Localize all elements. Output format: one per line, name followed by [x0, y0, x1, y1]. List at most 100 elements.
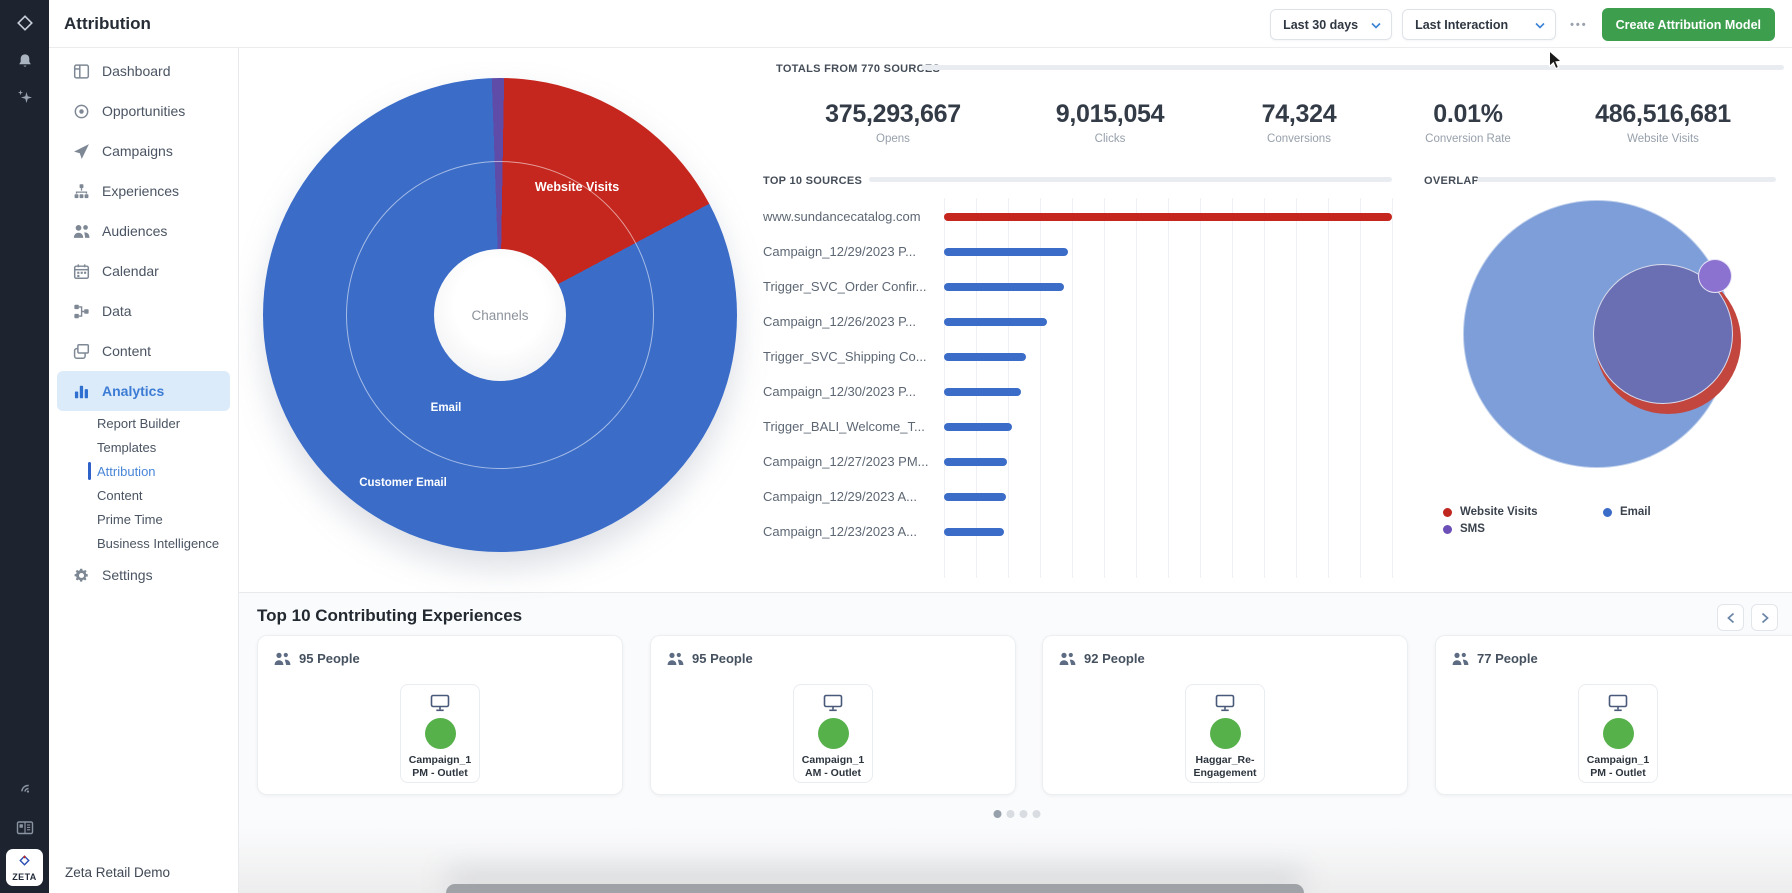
legend-dot: [1443, 508, 1452, 517]
experience-node[interactable]: Campaign_1PM - Outlet: [1578, 684, 1658, 783]
legend-label: Website Visits: [1460, 506, 1538, 518]
more-options-button[interactable]: •••: [1566, 19, 1592, 31]
sidebar-item[interactable]: Campaigns: [57, 131, 230, 171]
carousel-dot[interactable]: [1007, 810, 1015, 818]
sidebar-sub-item[interactable]: Templates: [49, 435, 238, 459]
sidebar-sub-item[interactable]: Content: [49, 483, 238, 507]
date-range-value: Last 30 days: [1283, 18, 1358, 32]
calendar-icon: [72, 262, 90, 280]
zeta-logo-text: ZETA: [12, 872, 36, 882]
source-label: Campaign_12/29/2023 A...: [763, 489, 944, 504]
attribution-model-value: Last Interaction: [1415, 18, 1508, 32]
carousel-dot[interactable]: [1020, 810, 1028, 818]
source-label: Trigger_SVC_Order Confir...: [763, 279, 944, 294]
carousel-dot[interactable]: [1033, 810, 1041, 818]
sidebar-sub-item[interactable]: Attribution: [49, 459, 238, 483]
sidebar-item[interactable]: Content: [57, 331, 230, 371]
sidebar-sub-item-label: Business Intelligence: [97, 536, 219, 551]
metric: 9,015,054 Clicks: [1056, 100, 1165, 145]
sidebar-item-label: Dashboard: [102, 63, 171, 79]
sunburst-center-label: Channels: [434, 249, 566, 381]
sparkles-ai-icon[interactable]: [0, 87, 49, 107]
source-label: Trigger_SVC_Shipping Co...: [763, 349, 944, 364]
workspace-name: Zeta Retail Demo: [65, 865, 170, 880]
source-row[interactable]: www.sundancecatalog.com: [763, 199, 1403, 234]
people-count: 77 People: [1452, 651, 1538, 666]
source-row[interactable]: Campaign_12/29/2023 P...: [763, 234, 1403, 269]
monitor-icon: [1608, 694, 1628, 712]
carousel-next-button[interactable]: [1751, 604, 1778, 631]
source-bar: [944, 388, 1021, 396]
sidebar-sub-item[interactable]: Business Intelligence: [49, 531, 238, 555]
metric-value: 9,015,054: [1056, 100, 1165, 129]
sidebar-sub-item[interactable]: Prime Time: [49, 507, 238, 531]
chevron-left-icon: [1726, 612, 1736, 624]
zeta-diamond-icon[interactable]: [0, 13, 49, 33]
sidebar-item[interactable]: Audiences: [57, 211, 230, 251]
signal-icon[interactable]: [0, 778, 49, 798]
experience-card[interactable]: 95 People Campaign_1AM - Outlet: [650, 635, 1016, 795]
dollar-icon: [425, 718, 456, 749]
sidebar-item[interactable]: Opportunities: [57, 91, 230, 131]
active-indicator: [88, 462, 91, 480]
experience-card[interactable]: 92 People Haggar_Re-Engagement: [1042, 635, 1408, 795]
experience-label: Haggar_Re-Engagement: [1193, 754, 1256, 779]
notifications-bell-icon[interactable]: [0, 52, 49, 72]
experience-label: Campaign_1PM - Outlet: [409, 754, 471, 779]
experience-card[interactable]: 77 People Campaign_1PM - Outlet: [1435, 635, 1792, 795]
bar-chart-icon: [72, 382, 90, 400]
source-bar: [944, 213, 1392, 221]
people-icon: [72, 222, 90, 240]
source-row[interactable]: Campaign_12/27/2023 PM...: [763, 444, 1403, 479]
sidebar-item-settings[interactable]: Settings: [57, 555, 230, 595]
source-bar: [944, 283, 1064, 291]
people-count-label: 95 People: [692, 651, 753, 666]
source-bar: [944, 423, 1012, 431]
metric-value: 0.01%: [1425, 100, 1511, 129]
create-attribution-model-button[interactable]: Create Attribution Model: [1602, 8, 1775, 41]
gear-icon: [72, 566, 90, 584]
monitor-icon: [823, 694, 843, 712]
legend-label: SMS: [1460, 523, 1485, 535]
source-label: Campaign_12/27/2023 PM...: [763, 454, 944, 469]
sidebar-sub-item-label: Content: [97, 488, 143, 503]
sidebar-item[interactable]: Analytics: [57, 371, 230, 411]
source-row[interactable]: Campaign_12/29/2023 A...: [763, 479, 1403, 514]
source-bar: [944, 458, 1007, 466]
date-range-dropdown[interactable]: Last 30 days: [1270, 9, 1392, 40]
carousel-dot[interactable]: [994, 810, 1002, 818]
sidebar-sub-item[interactable]: Report Builder: [49, 411, 238, 435]
metric-label: Clicks: [1056, 133, 1165, 145]
source-row[interactable]: Campaign_12/23/2023 A...: [763, 514, 1403, 549]
source-row[interactable]: Campaign_12/30/2023 P...: [763, 374, 1403, 409]
experience-card[interactable]: 95 People Campaign_1PM - Outlet: [257, 635, 623, 795]
legend-label: Email: [1620, 506, 1651, 518]
sunburst-label-customer-email: Customer Email: [359, 477, 447, 489]
source-bar: [944, 353, 1026, 361]
sidebar-item[interactable]: Experiences: [57, 171, 230, 211]
source-label: Campaign_12/26/2023 P...: [763, 314, 944, 329]
experience-node[interactable]: Campaign_1AM - Outlet: [793, 684, 873, 783]
monitor-icon: [1215, 694, 1235, 712]
carousel-prev-button[interactable]: [1717, 604, 1744, 631]
totals-shimmer-line: [921, 65, 1784, 70]
sidebar-item-label: Settings: [102, 567, 153, 583]
channels-sunburst-chart: Website Visits Email Customer Email Chan…: [263, 78, 737, 552]
sidebar-item[interactable]: Dashboard: [57, 51, 230, 91]
attribution-page: ZETA Attribution Last 30 days Last Inter…: [0, 0, 1792, 893]
attribution-model-dropdown[interactable]: Last Interaction: [1402, 9, 1556, 40]
sidebar-item[interactable]: Data: [57, 291, 230, 331]
source-row[interactable]: Trigger_BALI_Welcome_T...: [763, 409, 1403, 444]
source-row[interactable]: Campaign_12/26/2023 P...: [763, 304, 1403, 339]
metric: 486,516,681 Website Visits: [1595, 100, 1731, 145]
source-row[interactable]: Trigger_SVC_Order Confir...: [763, 269, 1403, 304]
top-bar: Attribution Last 30 days Last Interactio…: [49, 0, 1792, 48]
sidebar-item[interactable]: Calendar: [57, 251, 230, 291]
source-row[interactable]: Trigger_SVC_Shipping Co...: [763, 339, 1403, 374]
paper-plane-icon: [72, 142, 90, 160]
experience-node[interactable]: Haggar_Re-Engagement: [1185, 684, 1265, 783]
documentation-book-icon[interactable]: [0, 818, 49, 838]
metric-label: Conversions: [1262, 133, 1337, 145]
experience-node[interactable]: Campaign_1PM - Outlet: [400, 684, 480, 783]
zeta-logo-badge[interactable]: ZETA: [6, 849, 43, 886]
